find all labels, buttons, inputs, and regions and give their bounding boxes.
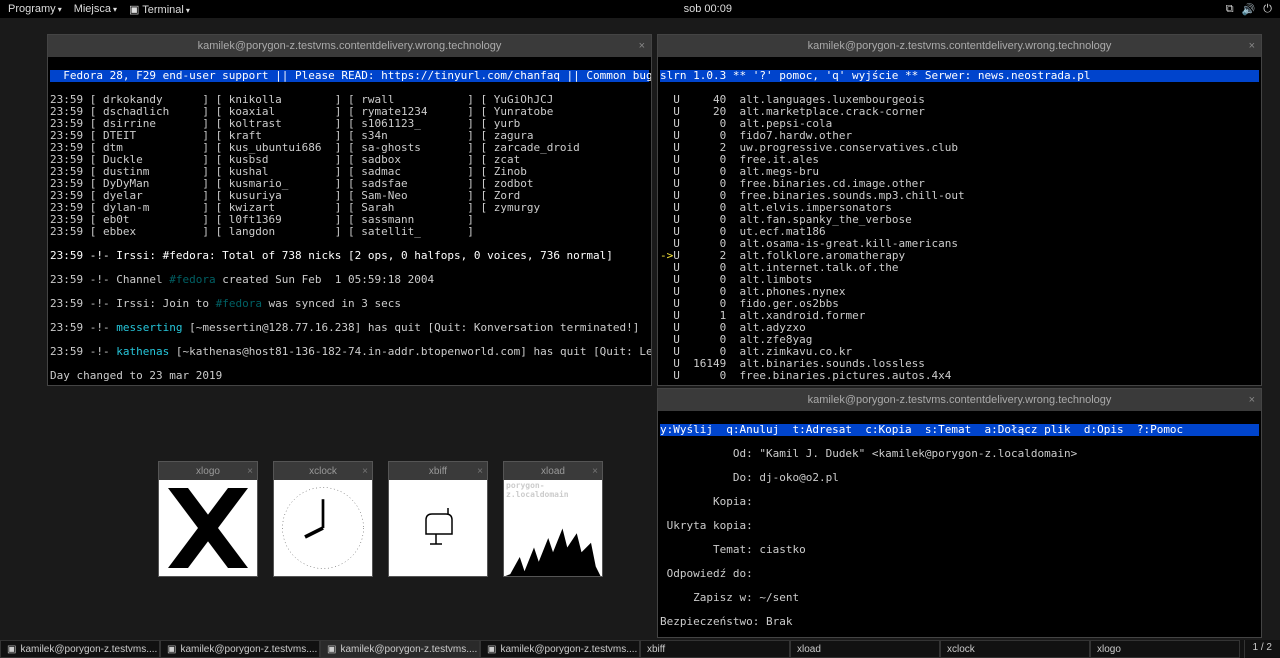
terminal-window-mutt[interactable]: kamilek@porygon-z.testvms.contentdeliver… (657, 388, 1262, 638)
window-title: kamilek@porygon-z.testvms.contentdeliver… (808, 394, 1112, 406)
terminal-content[interactable]: Fedora 28, F29 end-user support || Pleas… (48, 57, 651, 385)
window-title: xclock (309, 466, 337, 477)
taskbar: ▣kamilek@porygon-z.testvms.... ▣kamilek@… (0, 640, 1280, 658)
window-title: xlogo (196, 466, 220, 477)
load-graph: porygon-z.localdomain (504, 480, 602, 576)
clock[interactable]: sob 00:09 (190, 3, 1226, 15)
taskbar-item[interactable]: ▣kamilek@porygon-z.testvms.... (0, 640, 160, 658)
network-icon[interactable]: ⧉ (1226, 3, 1234, 16)
titlebar[interactable]: kamilek@porygon-z.testvms.contentdeliver… (658, 35, 1261, 57)
terminal-icon: ▣ (7, 644, 16, 655)
menu-places[interactable]: Miejsca▾ (74, 3, 117, 16)
power-icon[interactable]: ⏻ (1263, 3, 1272, 16)
taskbar-item[interactable]: xlogo (1090, 640, 1240, 658)
xload-window[interactable]: xload × porygon-z.localdomain (503, 461, 603, 577)
newsgroup-row[interactable]: U 0 free.binaries.pictures.autos.4x4 (660, 370, 1259, 382)
xbiff-window[interactable]: xbiff × (388, 461, 488, 577)
irc-topic: Fedora 28, F29 end-user support || Pleas… (50, 70, 649, 82)
close-icon[interactable]: × (247, 466, 253, 477)
taskbar-item[interactable]: xbiff (640, 640, 790, 658)
terminal-content[interactable]: y:Wyślij q:Anuluj t:Adresat c:Kopia s:Te… (658, 411, 1261, 637)
terminal-icon: ▣ (167, 644, 176, 655)
workspace-indicator[interactable]: 1 / 2 (1244, 640, 1280, 658)
xlogo-window[interactable]: xlogo × (158, 461, 258, 577)
terminal-icon: ▣ (487, 644, 496, 655)
menu-terminal[interactable]: ▣ Terminal▾ (129, 3, 190, 16)
terminal-icon: ▣ (327, 644, 336, 655)
close-icon[interactable]: × (362, 466, 368, 477)
menu-programs[interactable]: Programy▾ (8, 3, 62, 16)
window-title: xload (541, 466, 565, 477)
close-icon[interactable]: × (1249, 40, 1255, 52)
taskbar-item[interactable]: xload (790, 640, 940, 658)
taskbar-item[interactable]: ▣kamilek@porygon-z.testvms.... (320, 640, 480, 658)
window-title: kamilek@porygon-z.testvms.contentdeliver… (808, 40, 1112, 52)
xlogo-icon (159, 480, 257, 576)
titlebar[interactable]: kamilek@porygon-z.testvms.contentdeliver… (48, 35, 651, 57)
close-icon[interactable]: × (639, 40, 645, 52)
terminal-content[interactable]: slrn 1.0.3 ** '?' pomoc, 'q' wyjście ** … (658, 57, 1261, 385)
window-title: xbiff (429, 466, 447, 477)
irc-status: 23:59 -!- Irssi: #fedora: Total of 738 n… (50, 249, 613, 262)
close-icon[interactable]: × (1249, 394, 1255, 406)
xclock-window[interactable]: xclock × (273, 461, 373, 577)
mailbox-icon (389, 480, 487, 576)
taskbar-item[interactable]: ▣kamilek@porygon-z.testvms.... (480, 640, 640, 658)
desktop: kamilek@porygon-z.testvms.contentdeliver… (0, 18, 1280, 640)
taskbar-item[interactable]: ▣kamilek@porygon-z.testvms.... (160, 640, 320, 658)
clock-face-icon (274, 480, 372, 576)
terminal-icon: ▣ (129, 4, 139, 16)
window-title: kamilek@porygon-z.testvms.contentdeliver… (198, 40, 502, 52)
terminal-window-irc[interactable]: kamilek@porygon-z.testvms.contentdeliver… (47, 34, 652, 386)
hostname-label: porygon-z.localdomain (504, 480, 602, 500)
slrn-header: slrn 1.0.3 ** '?' pomoc, 'q' wyjście ** … (660, 70, 1259, 82)
top-panel: Programy▾ Miejsca▾ ▣ Terminal▾ sob 00:09… (0, 0, 1280, 18)
terminal-window-slrn[interactable]: kamilek@porygon-z.testvms.contentdeliver… (657, 34, 1262, 386)
close-icon[interactable]: × (592, 466, 598, 477)
titlebar[interactable]: kamilek@porygon-z.testvms.contentdeliver… (658, 389, 1261, 411)
close-icon[interactable]: × (477, 466, 483, 477)
mutt-help: y:Wyślij q:Anuluj t:Adresat c:Kopia s:Te… (660, 424, 1259, 436)
taskbar-item[interactable]: xclock (940, 640, 1090, 658)
volume-icon[interactable]: 🔊 (1242, 3, 1256, 16)
